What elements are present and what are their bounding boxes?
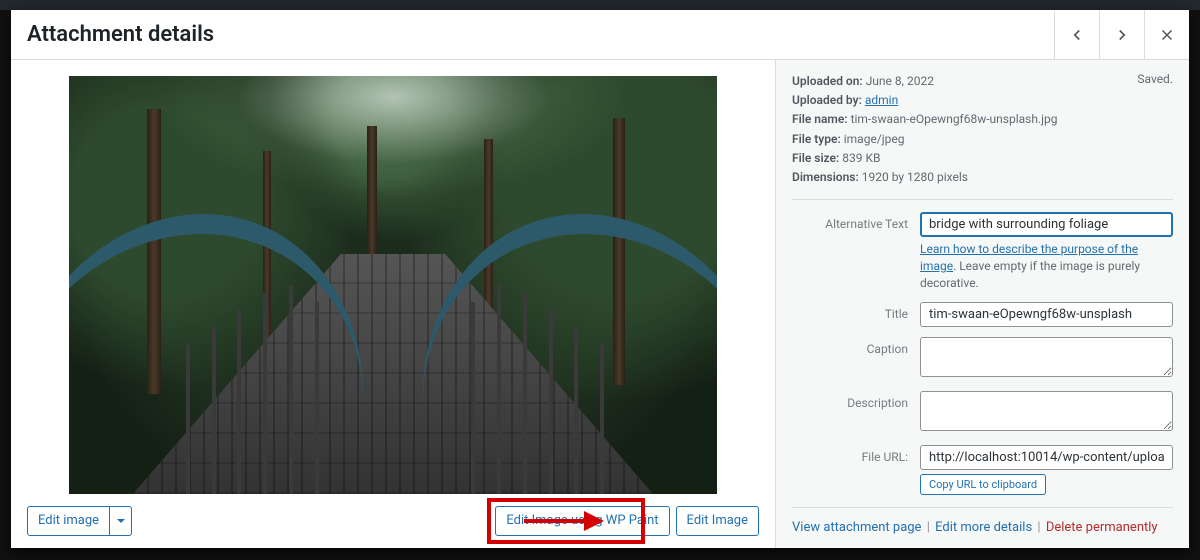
uploaded-on-label: Uploaded on: — [792, 74, 863, 88]
attachment-image — [69, 76, 717, 494]
modal-title: Attachment details — [11, 22, 230, 47]
dimensions-value: 1920 by 1280 pixels — [862, 170, 968, 184]
edit-image-dropdown[interactable] — [110, 506, 132, 536]
modal-nav — [1054, 10, 1189, 59]
description-row: Description — [792, 391, 1173, 435]
uploaded-by-label: Uploaded by: — [792, 93, 862, 107]
divider — [792, 507, 1173, 508]
meta-list: Uploaded on: June 8, 2022 Uploaded by: a… — [792, 72, 1173, 187]
edit-image-split-button: Edit image — [27, 506, 132, 536]
uploaded-by-link[interactable]: admin — [865, 93, 898, 107]
file-size-value: 839 KB — [842, 151, 880, 165]
file-name-label: File name: — [792, 112, 848, 126]
caption-row: Caption — [792, 337, 1173, 381]
title-input[interactable] — [920, 302, 1173, 327]
edit-image-button[interactable]: Edit image — [27, 506, 110, 536]
attachment-sidebar: Saved. Uploaded on: June 8, 2022 Uploade… — [776, 60, 1189, 548]
close-icon — [1158, 26, 1176, 44]
media-actions: Edit image Edit Image using WP Paint Edi… — [27, 494, 759, 536]
alt-text-input[interactable] — [920, 212, 1173, 237]
prev-button[interactable] — [1054, 10, 1099, 59]
modal-body: Edit image Edit Image using WP Paint Edi… — [11, 60, 1189, 548]
chevron-left-icon — [1068, 26, 1086, 44]
saved-status: Saved. — [1137, 72, 1173, 86]
edit-wp-paint-button[interactable]: Edit Image using WP Paint — [495, 506, 669, 536]
close-button[interactable] — [1144, 10, 1189, 59]
caption-label: Caption — [792, 337, 920, 356]
alt-text-label: Alternative Text — [792, 212, 920, 231]
file-type-label: File type: — [792, 132, 841, 146]
file-url-input[interactable] — [920, 445, 1173, 470]
file-size-label: File size: — [792, 151, 839, 165]
file-url-label: File URL: — [792, 445, 920, 464]
dimensions-label: Dimensions: — [792, 170, 859, 184]
delete-permanently-link[interactable]: Delete permanently — [1046, 520, 1158, 535]
description-input[interactable] — [920, 391, 1173, 431]
copy-url-button[interactable]: Copy URL to clipboard — [920, 474, 1046, 495]
alt-help-text: Learn how to describe the purpose of the… — [920, 241, 1173, 291]
uploaded-on-value: June 8, 2022 — [866, 74, 934, 88]
caption-input[interactable] — [920, 337, 1173, 377]
title-row: Title — [792, 302, 1173, 327]
divider — [792, 199, 1173, 200]
alt-help-suffix: . Leave empty if the image is purely dec… — [920, 259, 1140, 290]
next-button[interactable] — [1099, 10, 1144, 59]
chevron-right-icon — [1113, 26, 1131, 44]
alt-text-row: Alternative Text Learn how to describe t… — [792, 212, 1173, 291]
attachment-details-modal: Attachment details — [11, 10, 1189, 548]
file-url-row: File URL: Copy URL to clipboard — [792, 445, 1173, 495]
wp-admin-bar — [0, 0, 1200, 10]
caret-down-icon — [116, 516, 126, 526]
media-view: Edit image Edit Image using WP Paint Edi… — [11, 60, 776, 548]
description-label: Description — [792, 391, 920, 410]
edit-image-button-2[interactable]: Edit Image — [676, 506, 759, 536]
file-name-value: tim-swaan-eOpewngf68w-unsplash.jpg — [851, 112, 1058, 126]
title-label: Title — [792, 302, 920, 321]
modal-header: Attachment details — [11, 10, 1189, 60]
sidebar-links: View attachment page | Edit more details… — [792, 520, 1173, 535]
right-actions: Edit Image using WP Paint Edit Image — [495, 506, 759, 536]
view-attachment-link[interactable]: View attachment page — [792, 520, 921, 535]
file-type-value: image/jpeg — [844, 132, 905, 146]
edit-more-details-link[interactable]: Edit more details — [935, 520, 1032, 535]
